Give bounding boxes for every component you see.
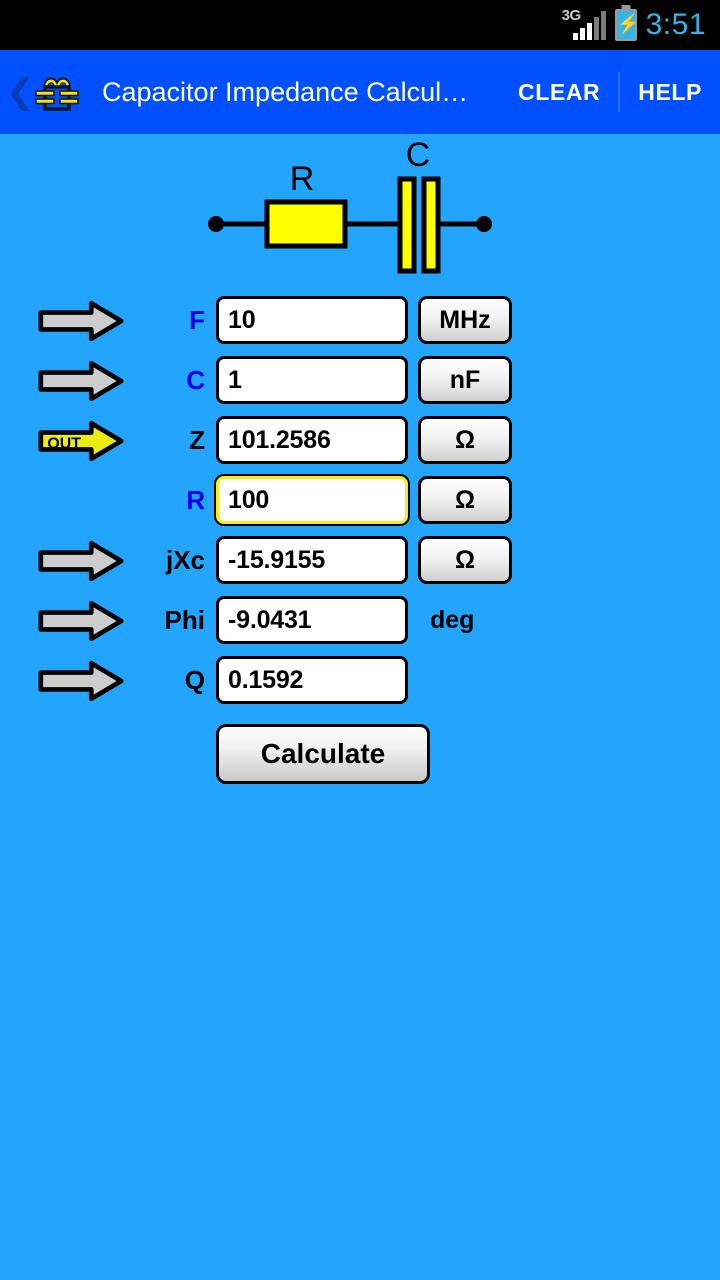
unit-cell: Ω (408, 476, 518, 524)
unit-cell: nF (408, 356, 518, 404)
form-row-q: Q 0.1592 (0, 650, 720, 710)
form-row-z: OUT Z 101.2586 Ω (0, 410, 720, 470)
field-input-jxc[interactable]: -15.9155 (216, 536, 408, 584)
clear-button[interactable]: CLEAR (500, 50, 618, 134)
field-label-phi: Phi (164, 605, 205, 635)
field-label-q: Q (184, 665, 205, 695)
lightning-bolt-icon: ⚡ (616, 14, 641, 35)
row-marker-cell: OUT (0, 410, 150, 470)
resistor-label: R (290, 160, 315, 198)
row-marker-cell (0, 650, 150, 710)
resistor-symbol (264, 199, 348, 249)
unit-button-c[interactable]: nF (418, 356, 512, 404)
field-input-c[interactable]: 1 (216, 356, 408, 404)
field-input-phi[interactable]: -9.0431 (216, 596, 408, 644)
cellular-signal-icon: 3G (562, 8, 606, 42)
action-bar: ❮ Capacitor Impedance Calcul… CLEAR HELP (0, 50, 720, 134)
form-row-jxc: jXc -15.9155 Ω (0, 530, 720, 590)
help-button[interactable]: HELP (620, 50, 720, 134)
field-label-r: R (186, 485, 205, 515)
field-label-z: Z (189, 425, 205, 455)
out-arrow-icon: OUT (38, 420, 124, 462)
input-arrow-icon (38, 600, 124, 642)
unit-label-phi: deg (430, 605, 475, 634)
row-marker-cell (0, 530, 150, 590)
field-input-r[interactable]: 100 (216, 476, 408, 524)
form-row-f: F 10 MHz (0, 290, 720, 350)
calculate-row: Calculate (0, 724, 720, 784)
unit-cell: MHz (408, 296, 518, 344)
input-arrow-icon (38, 300, 124, 342)
input-arrow-icon (38, 660, 124, 702)
form-row-c: C 1 nF (0, 350, 720, 410)
row-marker-cell (0, 350, 150, 410)
page-title: Capacitor Impedance Calcul… (102, 77, 469, 107)
field-label-f: F (189, 305, 205, 335)
signal-bars-icon (572, 11, 606, 40)
status-bar: 3G ⚡ 3:51 (0, 0, 720, 50)
row-marker-cell (0, 470, 150, 530)
battery-charging-icon: ⚡ (614, 9, 641, 41)
row-marker-cell (0, 290, 150, 350)
field-label-jxc: jXc (165, 545, 205, 575)
app-logo-capacitor-icon[interactable] (34, 69, 80, 115)
terminal-left-node (208, 216, 224, 232)
capacitor-plate-right (421, 176, 441, 274)
unit-button-f[interactable]: MHz (418, 296, 512, 344)
unit-cell: Ω (408, 536, 518, 584)
unit-button-r[interactable]: Ω (418, 476, 512, 524)
field-input-q[interactable]: 0.1592 (216, 656, 408, 704)
form-row-phi: Phi -9.0431 deg (0, 590, 720, 650)
capacitor-label: C (406, 136, 431, 174)
input-arrow-icon (38, 360, 124, 402)
input-arrow-icon (38, 540, 124, 582)
capacitor-plate-left (397, 176, 417, 274)
status-bar-right-cluster: 3G ⚡ 3:51 (562, 8, 706, 42)
row-marker-cell (0, 590, 150, 650)
form-row-r: R 100 Ω (0, 470, 720, 530)
unit-cell: deg (408, 606, 518, 635)
out-arrow-text: OUT (47, 435, 81, 452)
unit-cell: Ω (408, 416, 518, 464)
calculate-button[interactable]: Calculate (216, 724, 430, 784)
field-label-c: C (186, 365, 205, 395)
field-input-z[interactable]: 101.2586 (216, 416, 408, 464)
back-chevron-icon[interactable]: ❮ (6, 75, 35, 109)
terminal-right-node (476, 216, 492, 232)
unit-button-z[interactable]: Ω (418, 416, 512, 464)
circuit-diagram: R C (0, 134, 720, 284)
calculator-form: F 10 MHz C 1 nF OUT Z 101.2586 Ω R 100 ΩjXc -15.9155 Ω… (0, 284, 720, 710)
status-bar-clock: 3:51 (645, 8, 706, 41)
unit-button-jxc[interactable]: Ω (418, 536, 512, 584)
field-input-f[interactable]: 10 (216, 296, 408, 344)
